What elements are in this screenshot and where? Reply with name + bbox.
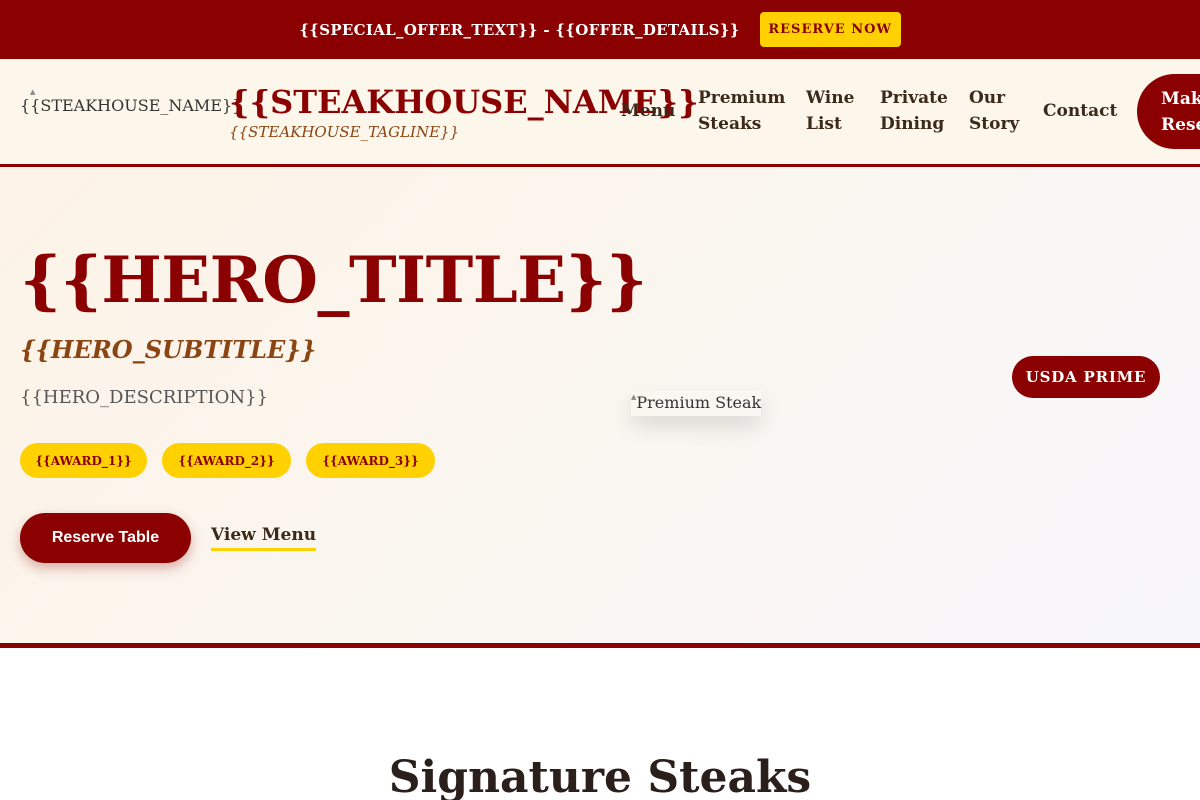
award-badge: {{AWARD_2}} [162, 443, 291, 478]
nav-wine-label-line1: Wine [806, 88, 855, 108]
nav-private-dining[interactable]: Private Dining [880, 85, 948, 137]
nav-private-label-line2: Dining [880, 114, 945, 134]
nav-premium-steaks[interactable]: Premium Steaks [698, 85, 785, 137]
hero-description: {{HERO_DESCRIPTION}} [20, 387, 269, 408]
hero-section: {{HERO_TITLE}} {{HERO_SUBTITLE}} {{HERO_… [0, 167, 1200, 643]
nav-private-label-line1: Private [880, 88, 948, 108]
nav-contact-label: Contact [1043, 101, 1118, 121]
site-header: ▲ {{STEAKHOUSE_NAME}} {{STEAKHOUSE_NAME}… [0, 59, 1200, 167]
nav-menu-label: Menu [621, 101, 676, 121]
special-offer-bar: {{SPECIAL_OFFER_TEXT}} - {{OFFER_DETAILS… [0, 0, 1200, 59]
make-reservation-button[interactable]: Make Reservation [1137, 74, 1200, 149]
signature-steaks-heading: Signature Steaks [388, 752, 812, 800]
nav-contact[interactable]: Contact [1043, 98, 1117, 124]
nav-story-label-line2: Story [969, 114, 1020, 134]
reserve-now-button[interactable]: Reserve Now [759, 12, 901, 47]
view-menu-link[interactable]: View Menu [211, 525, 317, 551]
broken-image-icon: ▲ [30, 88, 36, 96]
logo-alt-text: {{STEAKHOUSE_NAME}} [20, 96, 243, 115]
hero-subtitle: {{HERO_SUBTITLE}} [20, 335, 317, 364]
award-badge: {{AWARD_3}} [306, 443, 435, 478]
nav-story-label-line1: Our [969, 88, 1006, 108]
logo-image[interactable]: ▲ {{STEAKHOUSE_NAME}} [20, 88, 243, 115]
award-badge: {{AWARD_1}} [20, 443, 147, 478]
reserve-table-button[interactable]: Reserve Table [20, 513, 191, 563]
restaurant-tagline: {{STEAKHOUSE_TAGLINE}} [229, 123, 460, 141]
hero-title: {{HERO_TITLE}} [20, 243, 647, 318]
special-offer-text: {{SPECIAL_OFFER_TEXT}} - {{OFFER_DETAILS… [299, 20, 740, 39]
nav-premium-label-line1: Premium [698, 88, 786, 108]
make-reservation-label-line2: Reservation [1161, 115, 1200, 135]
nav-wine-label-line2: List [806, 114, 842, 134]
usda-prime-badge: USDA Prime [1012, 356, 1160, 398]
make-reservation-label-line1: Make [1161, 89, 1200, 109]
nav-menu[interactable]: Menu [621, 98, 675, 124]
nav-premium-label-line2: Steaks [698, 114, 762, 134]
nav-wine-list[interactable]: Wine List [806, 85, 854, 137]
hero-image-alt-text: Premium Steak [636, 393, 762, 412]
hero-steak-image: ▲Premium Steak [631, 391, 761, 416]
hero-bottom-border [0, 643, 1200, 648]
nav-our-story[interactable]: Our Story [969, 85, 1019, 137]
